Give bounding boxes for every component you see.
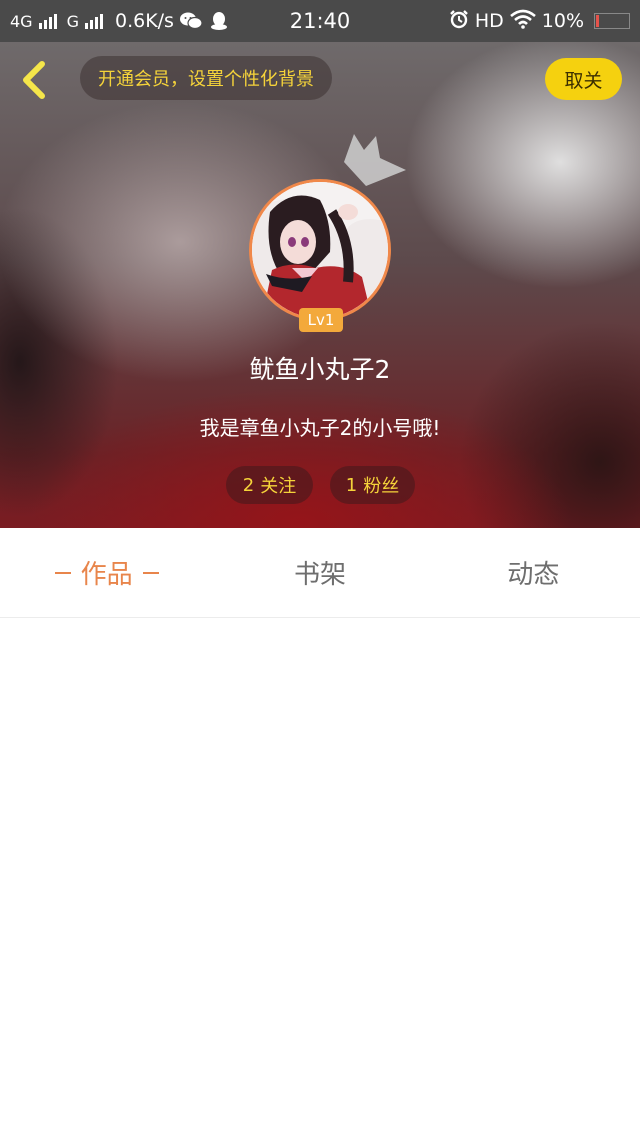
followers-label: 粉丝 — [363, 476, 400, 497]
username: 鱿鱼小丸子2 — [249, 355, 391, 384]
battery-percent: 10% — [541, 10, 584, 32]
tab-works-label: 作品 — [80, 560, 133, 590]
battery-fill — [596, 15, 600, 27]
qq-icon — [208, 11, 230, 31]
tab-activity[interactable]: 动态 — [427, 528, 640, 617]
wechat-icon — [179, 11, 202, 31]
active-tab-dash-left — [54, 571, 71, 574]
alarm-icon — [449, 9, 469, 34]
status-left: 4G G 0.6K/s — [10, 10, 260, 32]
back-button[interactable] — [14, 58, 54, 102]
followers-count: 1 — [345, 474, 358, 496]
profile-header: 开通会员，设置个性化背景 取关 Lv1 鱿鱼小丸子2 我是章鱼小丸子2的小号哦!… — [0, 42, 640, 528]
followers-count-button[interactable]: 1 粉丝 — [330, 466, 415, 504]
following-label: 关注 — [260, 476, 297, 497]
network-type-4g: 4G — [10, 11, 33, 31]
tab-bookshelf-label: 书架 — [293, 560, 346, 590]
tab-activity-label: 动态 — [507, 560, 560, 590]
battery-icon — [594, 13, 630, 29]
signal-bars-icon — [38, 13, 57, 29]
tab-content-area — [0, 619, 640, 1138]
tab-bookshelf[interactable]: 书架 — [213, 528, 426, 617]
crown-icon — [344, 134, 406, 186]
hd-indicator: HD — [474, 10, 504, 32]
chevron-left-icon — [23, 61, 45, 99]
unfollow-button[interactable]: 取关 — [545, 58, 622, 100]
avatar[interactable] — [249, 179, 391, 321]
network-type-g: G — [66, 11, 79, 31]
profile-bio: 我是章鱼小丸子2的小号哦! — [199, 416, 441, 440]
wifi-icon — [509, 9, 536, 34]
network-speed: 0.6K/s — [114, 10, 174, 32]
profile-tabs: 作品 书架 动态 — [0, 528, 640, 618]
signal-bars-icon — [84, 13, 103, 29]
level-badge: Lv1 — [299, 308, 343, 332]
active-tab-dash-right — [142, 571, 159, 574]
following-count: 2 — [242, 474, 255, 496]
avatar-image — [252, 182, 388, 318]
following-count-button[interactable]: 2 关注 — [226, 466, 313, 504]
status-right: HD 10% — [449, 9, 630, 34]
status-bar: 4G G 0.6K/s 21:40 HD 10% — [0, 0, 640, 42]
vip-background-banner[interactable]: 开通会员，设置个性化背景 — [80, 56, 332, 100]
tab-works[interactable]: 作品 — [0, 528, 213, 617]
